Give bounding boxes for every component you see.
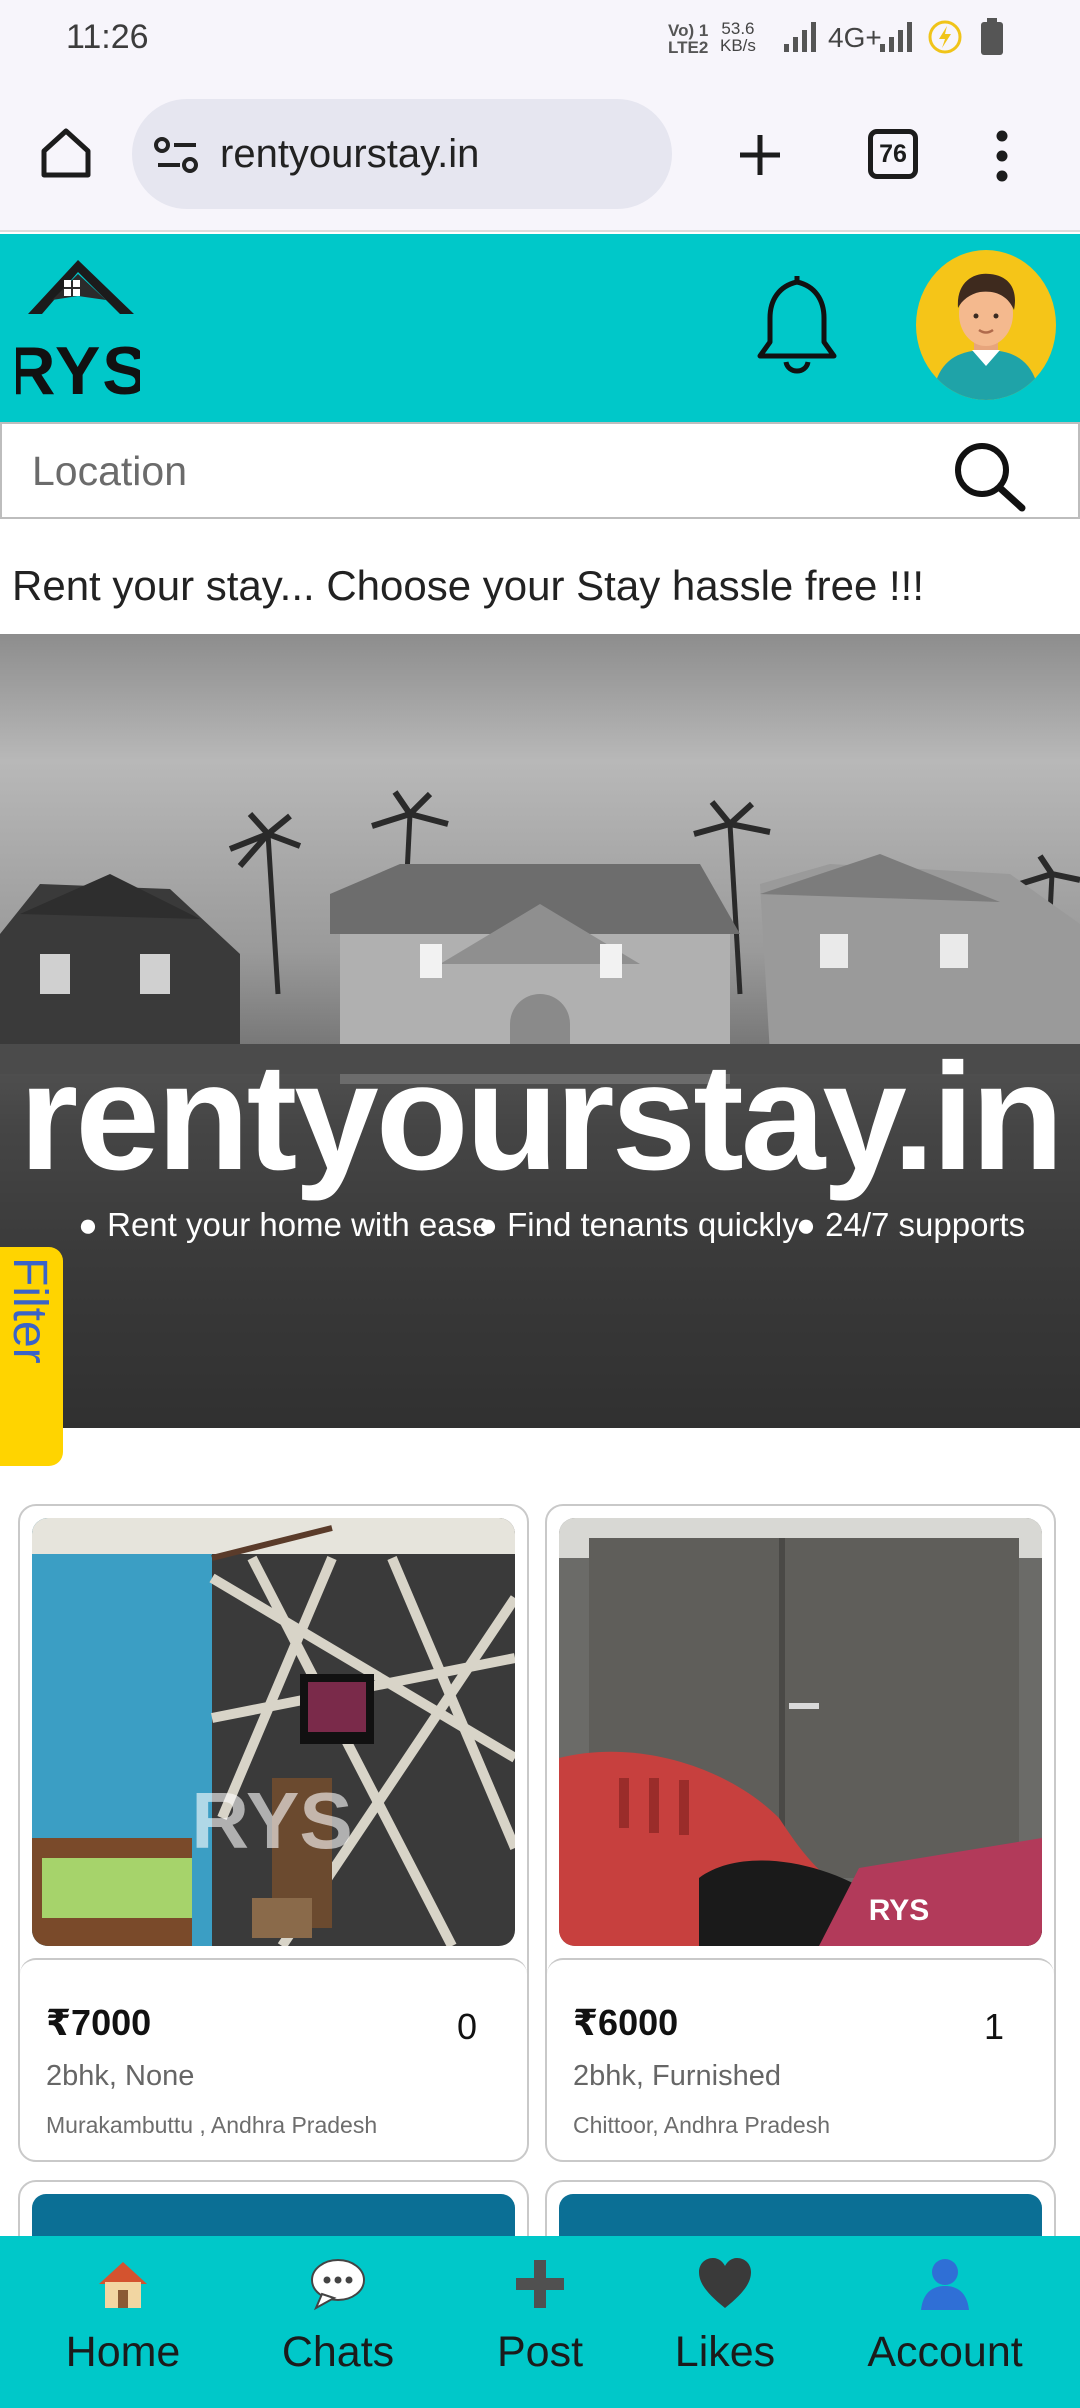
listing-price: ₹7000: [46, 2002, 152, 2043]
banner-bullet-3: ● 24/7 supports: [796, 1206, 1026, 1243]
houses-illustration: [0, 790, 1080, 1428]
listing-watermark: RYS: [191, 1776, 353, 1865]
nav-home-label: Home: [65, 2328, 181, 2376]
account-icon: [921, 2259, 969, 2310]
address-bar[interactable]: rentyourstay.in: [132, 99, 672, 209]
user-avatar[interactable]: [916, 250, 1056, 400]
nav-account-label: Account: [867, 2328, 1023, 2376]
listing-photo[interactable]: [559, 2194, 1042, 2238]
banner-bullet-2: ● Find tenants quickly: [478, 1206, 799, 1243]
battery-icon: [981, 18, 1003, 55]
signal-icon: [784, 22, 816, 52]
chat-icon: [311, 2259, 365, 2311]
listing-watermark: RYS: [869, 1894, 930, 1927]
speed-value: 53.6: [721, 19, 755, 38]
nav-home[interactable]: Home: [38, 2236, 208, 2408]
filter-label: Filter: [3, 1257, 56, 1364]
tab-switcher-button[interactable]: 76: [868, 129, 918, 179]
nav-chats-label: Chats: [281, 2328, 395, 2376]
network-speed: 53.6 KB/s: [720, 20, 756, 54]
bottom-navigation: Home Chats Post Likes Account: [0, 2236, 1080, 2408]
listing-type: 2bhk, None: [46, 2060, 195, 2092]
listing-card[interactable]: RYS ₹7000 0 2bhk, None Murakambuttu , An…: [18, 1504, 529, 2162]
notification-bell-icon[interactable]: [752, 270, 842, 380]
listing-price: ₹6000: [573, 2002, 679, 2043]
volte-label: Vo) 1: [668, 21, 709, 40]
nav-post[interactable]: Post: [465, 2236, 615, 2408]
search-icon[interactable]: [952, 440, 1028, 512]
heart-icon: [699, 2258, 751, 2308]
network-type: 4G+: [828, 22, 882, 53]
plus-icon: [516, 2260, 564, 2308]
more-menu-icon[interactable]: [990, 128, 1014, 184]
listing-like-count: 0: [456, 2006, 477, 2047]
listing-photo[interactable]: RYS: [559, 1518, 1042, 1946]
nav-account[interactable]: Account: [850, 2236, 1040, 2408]
nav-post-label: Post: [496, 2328, 584, 2376]
signal-2-icon: [880, 22, 912, 52]
status-time: 11:26: [66, 18, 149, 56]
banner-bullet-1-text: Rent your home with ease: [107, 1206, 491, 1243]
nav-likes[interactable]: Likes: [650, 2236, 800, 2408]
banner-bullet-3-text: 24/7 supports: [825, 1206, 1026, 1243]
room-photo: RYS: [559, 1518, 1042, 1946]
listing-card[interactable]: [18, 2180, 529, 2240]
charging-icon: [928, 20, 962, 54]
tagline: Rent your stay... Choose your Stay hassl…: [12, 562, 924, 609]
hero-banner[interactable]: rentyourstay.in ● Rent your home with ea…: [0, 634, 1080, 1428]
new-tab-icon[interactable]: [736, 131, 784, 179]
home-icon[interactable]: [38, 125, 94, 181]
room-photo: RYS: [32, 1518, 515, 1946]
nav-likes-label: Likes: [674, 2328, 776, 2376]
lte2-label: LTE2: [668, 38, 709, 57]
home-icon: [99, 2262, 147, 2308]
speed-unit: KB/s: [720, 36, 756, 55]
listing-photo[interactable]: [32, 2194, 515, 2238]
listing-card[interactable]: RYS ₹6000 1 2bhk, Furnished Chittoor, An…: [545, 1504, 1056, 2162]
listing-location: Chittoor, Andhra Pradesh: [573, 2112, 830, 2138]
location-input[interactable]: [32, 438, 912, 504]
filter-tab[interactable]: Filter: [0, 1247, 63, 1466]
site-settings-icon[interactable]: [154, 135, 200, 175]
avatar-person-icon: [932, 273, 1040, 400]
listing-info[interactable]: ₹6000 1 2bhk, Furnished Chittoor, Andhra…: [547, 1958, 1054, 2162]
banner-bullet-1: ● Rent your home with ease: [78, 1206, 491, 1243]
location-search-bar: [0, 422, 1080, 519]
status-bar: 11:26 Vo) 1 LTE2 53.6 KB/s 4G+: [0, 0, 1080, 78]
banner-bullet-2-text: Find tenants quickly: [507, 1206, 799, 1243]
logo-text: RYS: [16, 333, 140, 406]
nav-chats[interactable]: Chats: [258, 2236, 418, 2408]
browser-toolbar: rentyourstay.in 76: [0, 78, 1080, 232]
listing-card[interactable]: [545, 2180, 1056, 2240]
app-header: RYS: [0, 234, 1080, 422]
banner-title: rentyourstay.in: [19, 1032, 1064, 1202]
url-text[interactable]: rentyourstay.in: [220, 132, 479, 177]
listing-info[interactable]: ₹7000 0 2bhk, None Murakambuttu , Andhra…: [20, 1958, 527, 2162]
volte-indicator: Vo) 1 LTE2: [668, 22, 708, 56]
rys-logo[interactable]: RYS: [16, 256, 140, 406]
listing-photo[interactable]: RYS: [32, 1518, 515, 1946]
listing-location: Murakambuttu , Andhra Pradesh: [46, 2112, 378, 2138]
listing-like-count: 1: [983, 2006, 1004, 2047]
listing-type: 2bhk, Furnished: [573, 2060, 781, 2092]
